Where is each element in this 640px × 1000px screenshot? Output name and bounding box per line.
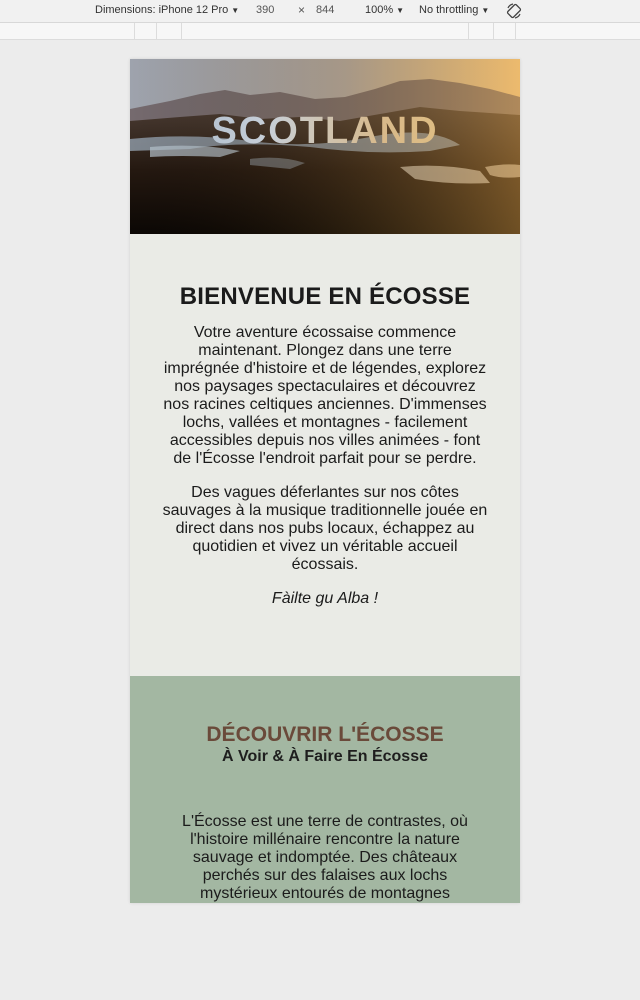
device-label: Dimensions: iPhone 12 Pro (95, 4, 229, 16)
welcome-section: BIENVENUE EN ÉCOSSE Votre aventure écoss… (130, 234, 520, 676)
ruler-tick (156, 23, 157, 39)
zoom-select[interactable]: 100% ▼ (365, 4, 404, 16)
rotate-icon[interactable] (505, 2, 523, 20)
device-viewport: SCOTLAND BIENVENUE EN ÉCOSSE Votre avent… (130, 59, 520, 903)
ruler-tick (515, 23, 516, 39)
zoom-label: 100% (365, 4, 394, 16)
ruler-tick (493, 23, 494, 39)
throttling-select[interactable]: No throttling ▼ (419, 4, 489, 16)
discover-heading: DÉCOUVRIR L'ÉCOSSE (206, 723, 444, 746)
welcome-paragraph-2: Des vagues déferlantes sur nos côtes sau… (162, 484, 488, 573)
hero-banner: SCOTLAND (130, 59, 520, 234)
device-ruler (0, 23, 640, 40)
chevron-down-icon: ▼ (231, 6, 240, 15)
discover-subheading: À Voir & À Faire En Écosse (222, 748, 428, 765)
ruler-tick (468, 23, 469, 39)
discover-section: DÉCOUVRIR L'ÉCOSSE À Voir & À Faire En É… (130, 676, 520, 903)
chevron-down-icon: ▼ (396, 6, 405, 15)
width-input[interactable]: 390 (256, 4, 274, 16)
welcome-heading: BIENVENUE EN ÉCOSSE (179, 283, 471, 310)
ruler-tick (181, 23, 182, 39)
ruler-tick (134, 23, 135, 39)
hero-title: SCOTLAND (130, 110, 520, 153)
devtools-device-toolbar: Dimensions: iPhone 12 Pro ▼ 390 × 844 100… (0, 0, 640, 23)
welcome-paragraph-1: Votre aventure écossaise commence mainte… (163, 324, 487, 467)
height-input[interactable]: 844 (316, 4, 334, 16)
welcome-motto: Fàilte gu Alba ! (271, 590, 379, 607)
dimension-separator: × (298, 3, 306, 17)
throttling-label: No throttling (419, 4, 479, 16)
device-select[interactable]: Dimensions: iPhone 12 Pro ▼ (95, 4, 239, 16)
discover-paragraph: L'Écosse est une terre de contrastes, où… (182, 813, 468, 902)
chevron-down-icon: ▼ (481, 6, 490, 15)
